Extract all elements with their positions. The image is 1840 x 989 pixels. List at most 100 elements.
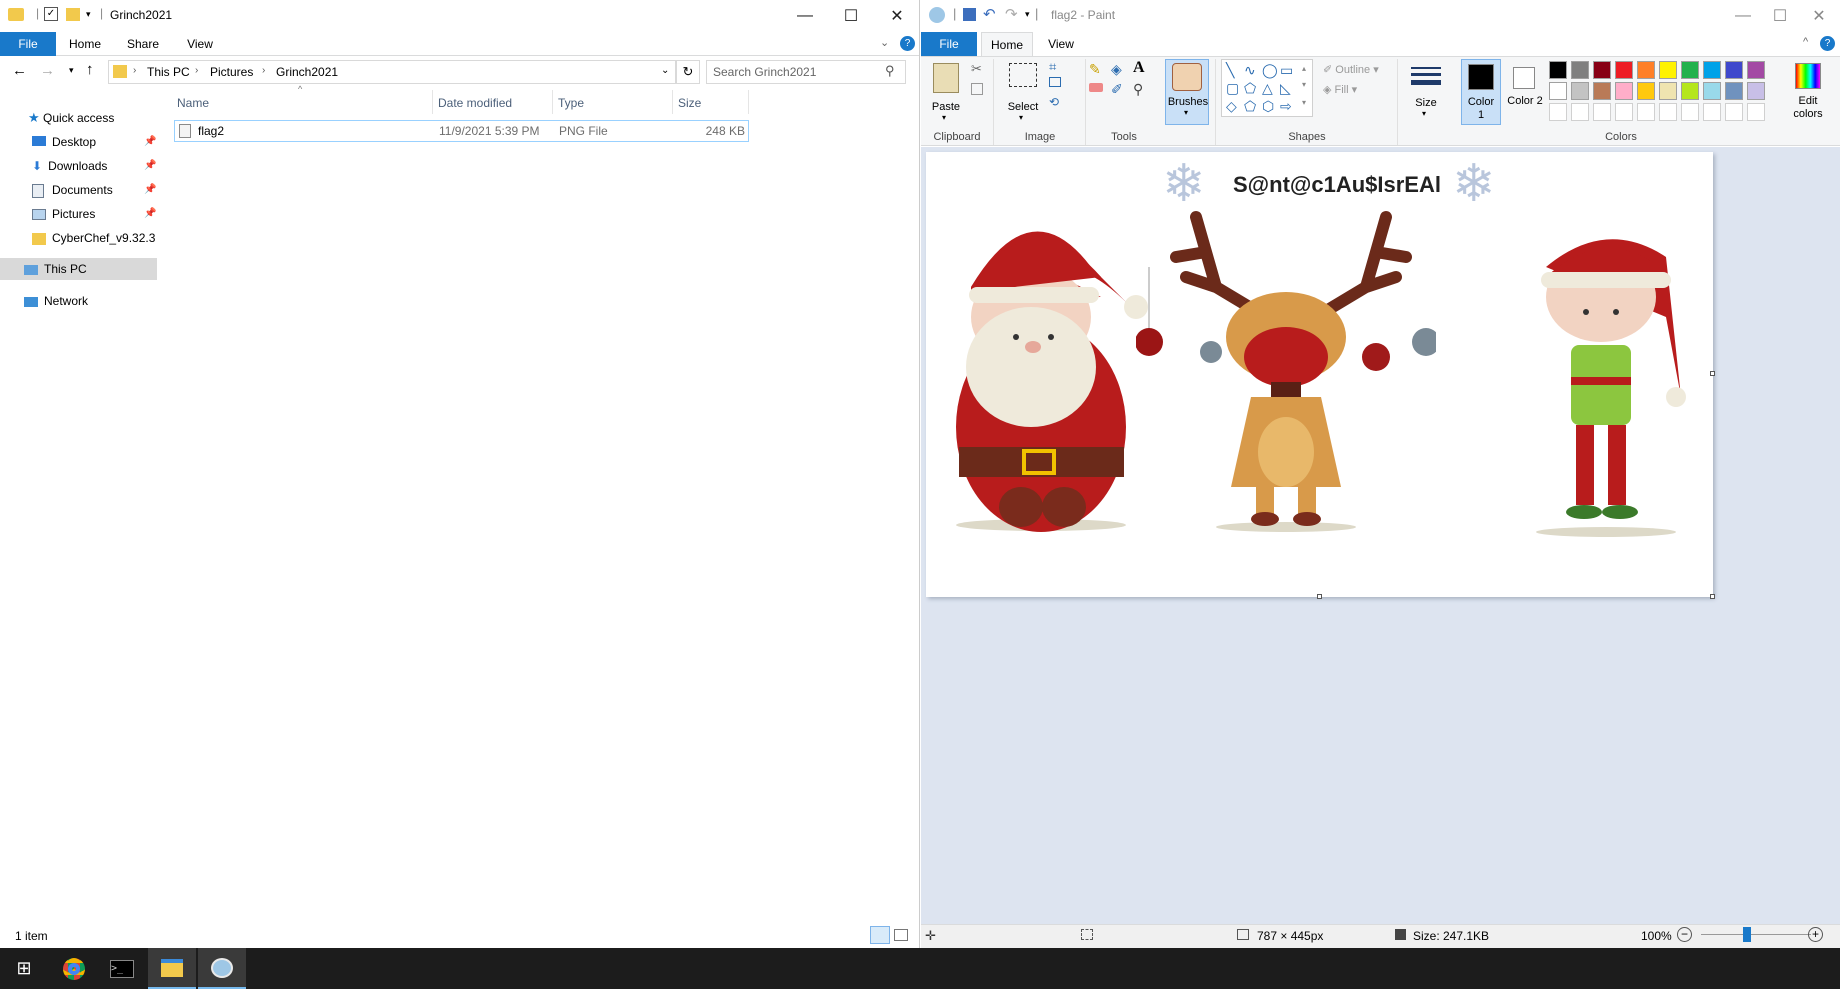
color-swatch[interactable] [1681, 103, 1699, 121]
color-swatch[interactable] [1659, 61, 1677, 79]
refresh-button[interactable]: ↻ [676, 60, 700, 84]
scroll-up-icon[interactable]: ▴ [1302, 64, 1306, 73]
outline-button[interactable]: ✐ Outline ▾ [1323, 63, 1379, 76]
text-icon[interactable]: A [1133, 59, 1145, 77]
tab-file[interactable]: File [921, 32, 977, 56]
right-triangle-shape-icon[interactable]: ◺ [1280, 80, 1291, 97]
color-swatch[interactable] [1681, 61, 1699, 79]
zoom-slider-track[interactable] [1701, 934, 1811, 935]
breadcrumb-grinch2021[interactable]: Grinch2021 [276, 65, 338, 79]
select-button[interactable]: Select ▾ [1001, 61, 1045, 125]
zoom-in-button[interactable]: + [1808, 927, 1823, 942]
color-swatch[interactable] [1725, 61, 1743, 79]
color-swatch[interactable] [1615, 82, 1633, 100]
color-swatch[interactable] [1571, 103, 1589, 121]
fill-button[interactable]: ◈ Fill ▾ [1323, 83, 1357, 96]
large-icons-view-icon[interactable] [894, 929, 908, 941]
sidebar-item-downloads[interactable]: ⬇ Downloads 📌 [32, 155, 158, 177]
start-button[interactable]: ⊞ [0, 948, 48, 989]
arrow-shape-icon[interactable]: ⇨ [1280, 98, 1292, 115]
color-swatch[interactable] [1703, 82, 1721, 100]
help-icon[interactable]: ? [1820, 36, 1835, 51]
polygon-shape-icon[interactable]: ⬠ [1244, 80, 1256, 97]
color2-button[interactable]: Color 2 [1505, 59, 1545, 125]
minimize-button[interactable]: — [782, 0, 828, 32]
magnifier-icon[interactable]: ⚲ [1133, 81, 1143, 98]
sidebar-item-pictures[interactable]: Pictures 📌 [32, 203, 158, 225]
tab-home[interactable]: Home [981, 32, 1033, 56]
maximize-button[interactable]: ☐ [828, 0, 874, 32]
curve-shape-icon[interactable]: ∿ [1244, 62, 1256, 79]
color-swatch[interactable] [1747, 82, 1765, 100]
address-bar[interactable]: › This PC › Pictures › Grinch2021 ⌄ [108, 60, 676, 84]
color-swatch[interactable] [1659, 82, 1677, 100]
color-swatch[interactable] [1593, 61, 1611, 79]
tab-home[interactable]: Home [62, 32, 108, 56]
tab-file[interactable]: File [0, 32, 56, 56]
color1-button[interactable]: Color 1 [1461, 59, 1501, 125]
color-swatch[interactable] [1659, 103, 1677, 121]
rotate-icon[interactable]: ⟲ [1049, 95, 1059, 109]
triangle-shape-icon[interactable]: △ [1262, 80, 1273, 97]
column-header-type[interactable]: Type [558, 94, 584, 112]
image-canvas[interactable]: ❄ ❄ S@nt@c1Au$IsrEAl [926, 152, 1715, 599]
color-swatch[interactable] [1703, 103, 1721, 121]
color-swatch[interactable] [1549, 61, 1567, 79]
search-box[interactable]: Search Grinch2021 ⚲ [706, 60, 906, 84]
hexagon-shape-icon[interactable]: ⬡ [1262, 98, 1274, 115]
properties-icon[interactable]: ✓ [44, 7, 58, 21]
color-swatch[interactable] [1593, 103, 1611, 121]
fill-bucket-icon[interactable]: ◈ [1111, 61, 1122, 78]
resize-handle[interactable] [1317, 594, 1322, 599]
color-swatch[interactable] [1549, 103, 1567, 121]
color-swatch[interactable] [1681, 82, 1699, 100]
color-swatch[interactable] [1637, 103, 1655, 121]
size-button[interactable]: Size ▾ [1405, 59, 1447, 125]
close-button[interactable]: ✕ [1799, 0, 1839, 32]
taskbar-chrome[interactable] [50, 948, 98, 989]
rounded-rectangle-shape-icon[interactable]: ▢ [1226, 80, 1239, 97]
column-header-date[interactable]: Date modified [438, 94, 512, 112]
color-swatch[interactable] [1637, 61, 1655, 79]
color-swatch[interactable] [1725, 82, 1743, 100]
undo-icon[interactable]: ↶ [983, 5, 996, 23]
resize-handle[interactable] [1710, 594, 1715, 599]
taskbar-terminal[interactable]: >_ [98, 948, 146, 989]
new-folder-icon[interactable] [66, 8, 80, 21]
tab-view[interactable]: View [1039, 32, 1083, 56]
color-swatch[interactable] [1725, 103, 1743, 121]
customize-toolbar-icon[interactable]: ▾ [1025, 9, 1030, 20]
quick-access-dropdown-icon[interactable]: ▾ [86, 9, 91, 20]
forward-arrow-icon[interactable]: → [40, 62, 55, 79]
minimize-button[interactable]: — [1724, 0, 1762, 32]
redo-icon[interactable]: ↷ [1005, 5, 1018, 23]
shapes-gallery[interactable]: ╲ ∿ ◯ ▭ ▢ ⬠ △ ◺ ◇ ⬠ ⬡ ⇨ ▴ ▾ ▾ [1221, 59, 1313, 117]
color-swatch[interactable] [1747, 103, 1765, 121]
crop-icon[interactable]: ⌗ [1049, 59, 1056, 75]
taskbar-paint[interactable] [198, 948, 246, 989]
save-icon[interactable] [963, 8, 976, 21]
column-header-name[interactable]: Name [177, 94, 209, 112]
color-swatch[interactable] [1593, 82, 1611, 100]
sidebar-quick-access[interactable]: ★ Quick access [8, 107, 156, 129]
rectangle-shape-icon[interactable]: ▭ [1280, 62, 1293, 79]
color-swatch[interactable] [1571, 61, 1589, 79]
column-header-size[interactable]: Size [678, 94, 701, 112]
details-view-icon[interactable] [870, 926, 890, 944]
tab-share[interactable]: Share [118, 32, 168, 56]
recent-locations-icon[interactable]: ▾ [69, 65, 74, 76]
taskbar-file-explorer[interactable] [148, 948, 196, 989]
paste-button[interactable]: Paste ▾ [929, 61, 963, 122]
color-swatch[interactable] [1549, 82, 1567, 100]
edit-colors-button[interactable]: Edit colors [1783, 59, 1833, 125]
resize-icon[interactable] [1049, 77, 1061, 87]
line-shape-icon[interactable]: ╲ [1226, 62, 1234, 79]
pencil-icon[interactable]: ✎ [1089, 61, 1101, 78]
color-swatch[interactable] [1637, 82, 1655, 100]
color-swatch[interactable] [1615, 61, 1633, 79]
breadcrumb-this-pc[interactable]: This PC [147, 65, 190, 79]
copy-icon[interactable] [971, 83, 983, 95]
breadcrumb-pictures[interactable]: Pictures [210, 65, 253, 79]
expand-gallery-icon[interactable]: ▾ [1302, 98, 1306, 107]
resize-handle[interactable] [1710, 371, 1715, 376]
